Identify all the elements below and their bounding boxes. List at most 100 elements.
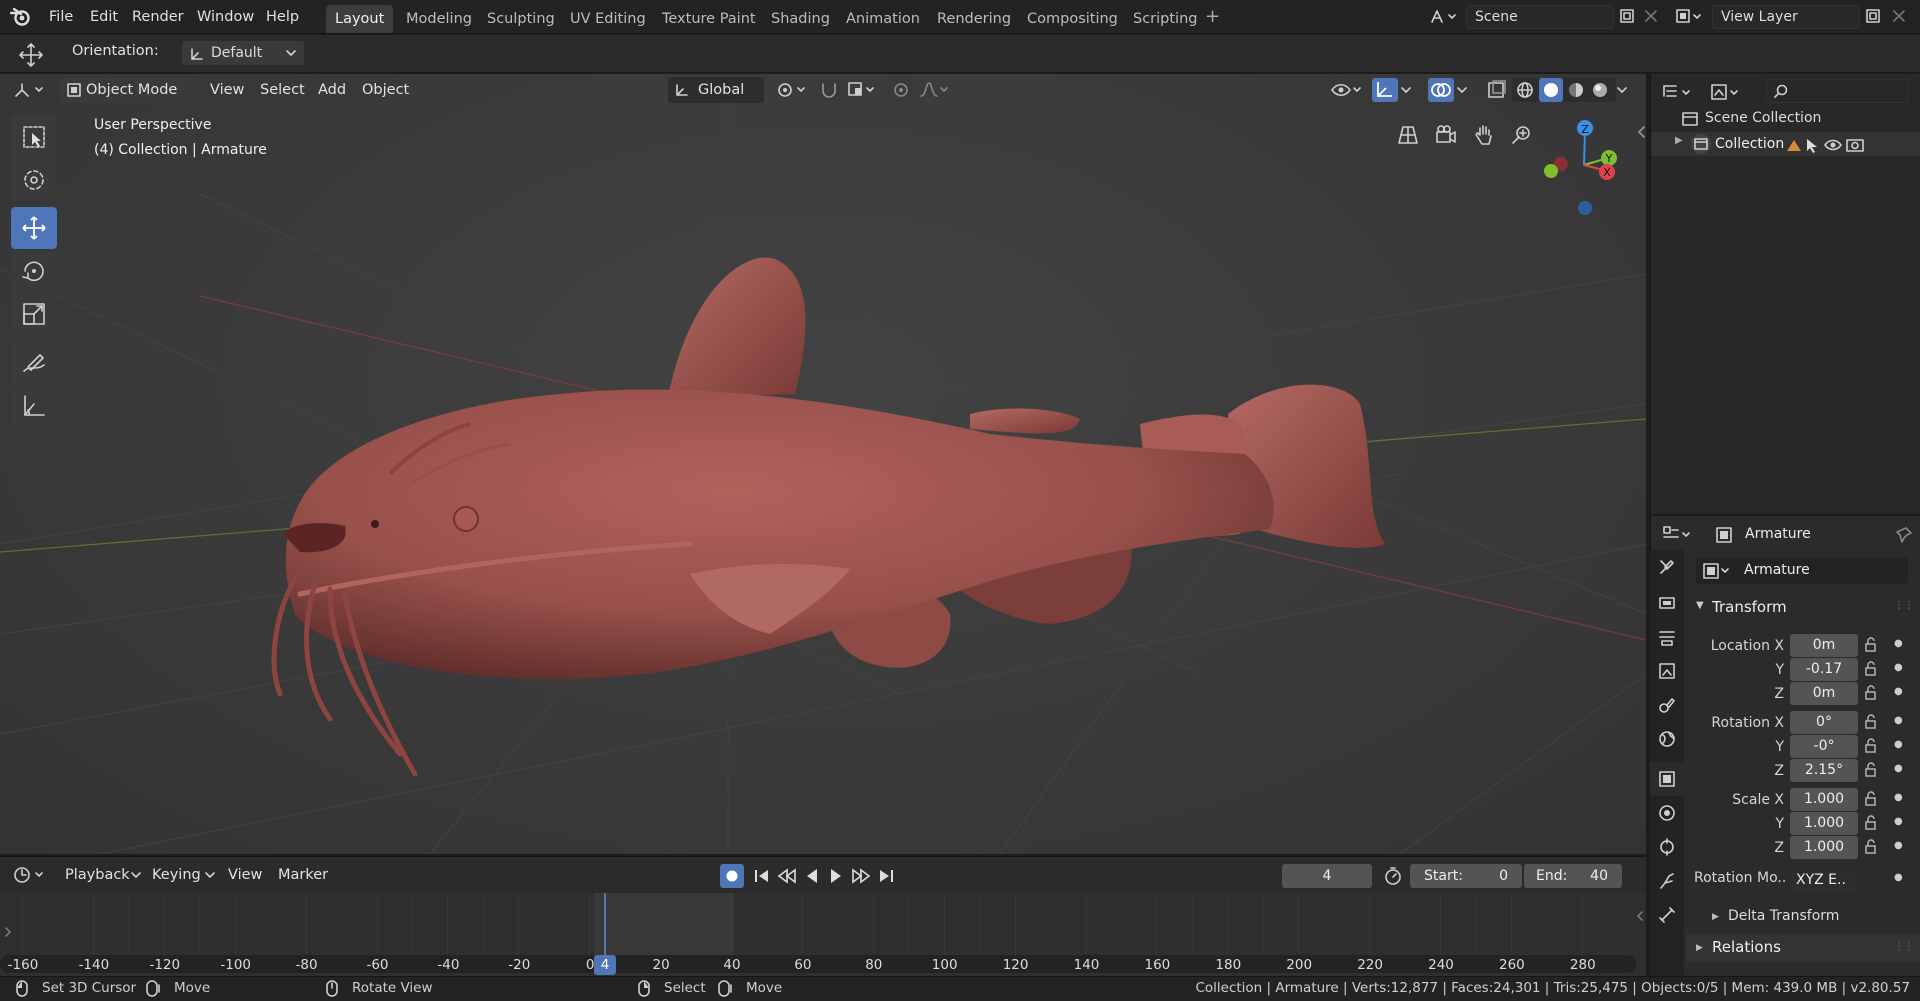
catfish-model[interactable] — [271, 257, 1385, 777]
annotate-tool[interactable] — [11, 342, 57, 384]
keyframe-dot-icon[interactable]: ● — [1894, 739, 1903, 750]
editor-type-icon[interactable] — [12, 78, 48, 102]
view-layer-selector-icon[interactable] — [1674, 6, 1704, 28]
toggle-camera-view-icon[interactable] — [1391, 118, 1425, 152]
tab-compositing[interactable]: Compositing — [1018, 5, 1127, 33]
transform-panel-title[interactable]: Transform — [1712, 598, 1787, 616]
relations-panel-title[interactable]: Relations — [1712, 938, 1781, 956]
lock-icon[interactable] — [1864, 637, 1882, 653]
pan-hand-icon[interactable] — [1467, 118, 1501, 152]
lock-icon[interactable] — [1864, 685, 1882, 701]
delete-view-layer-icon[interactable] — [1890, 7, 1908, 25]
rotation-x-field[interactable]: 0° — [1790, 711, 1858, 734]
wireframe-shading-icon[interactable] — [1515, 80, 1535, 100]
rotate-tool[interactable] — [11, 250, 57, 292]
lock-icon[interactable] — [1864, 738, 1882, 754]
transform-collapse-icon[interactable]: ▼ — [1696, 600, 1704, 611]
new-view-layer-icon[interactable] — [1864, 7, 1882, 25]
playhead-line[interactable] — [604, 893, 606, 957]
properties-editor-type-icon[interactable] — [1661, 524, 1697, 546]
gizmo-toggle-icon[interactable] — [1372, 78, 1398, 102]
visibility-icon[interactable] — [1330, 79, 1364, 101]
constraints-tab-icon[interactable] — [1650, 830, 1684, 864]
relations-expand-icon[interactable]: ▶ — [1696, 943, 1703, 953]
add-workspace-icon[interactable]: + — [1205, 6, 1220, 27]
snap-target-icon[interactable] — [846, 79, 880, 101]
object-datablock-icon[interactable] — [1702, 562, 1734, 580]
blender-logo-icon[interactable] — [10, 7, 32, 27]
shading-options-icon[interactable] — [1616, 80, 1630, 100]
menu-render[interactable]: Render — [132, 0, 184, 34]
current-frame-field[interactable]: 4 — [1282, 864, 1372, 888]
select-box-tool[interactable] — [11, 116, 57, 158]
tab-layout[interactable]: Layout — [326, 5, 394, 33]
lock-icon[interactable] — [1864, 815, 1882, 831]
jump-keyframe-forward-icon[interactable] — [850, 866, 872, 886]
scene-field[interactable]: Scene — [1466, 5, 1614, 29]
object-name-field[interactable]: Armature — [1696, 558, 1908, 584]
object-mode-dropdown[interactable]: Object Mode — [60, 77, 194, 103]
tab-shading[interactable]: Shading — [762, 5, 839, 33]
pin-icon[interactable] — [1895, 526, 1913, 544]
proportional-edit-icon[interactable] — [888, 78, 914, 102]
menu-help[interactable]: Help — [266, 0, 299, 34]
keyframe-dot-icon[interactable]: ● — [1894, 792, 1903, 803]
jump-keyframe-back-icon[interactable] — [776, 866, 798, 886]
material-shading-icon[interactable] — [1566, 80, 1586, 100]
snap-toggle-icon[interactable] — [816, 78, 842, 102]
scene-selector-icon[interactable] — [1428, 6, 1458, 28]
timeline-left-arrow-icon[interactable] — [4, 925, 12, 939]
scale-z-field[interactable]: 1.000 — [1790, 836, 1858, 859]
jump-end-icon[interactable] — [876, 866, 896, 886]
keyframe-dot-icon[interactable]: ● — [1894, 686, 1903, 697]
rotation-mode-keyframe-dot-icon[interactable]: ● — [1894, 872, 1903, 883]
play-reverse-icon[interactable] — [802, 866, 822, 886]
menu-timeline-view[interactable]: View — [228, 863, 262, 887]
selectable-arrow-icon[interactable] — [1803, 136, 1821, 154]
view-layer-field[interactable]: View Layer — [1712, 5, 1860, 29]
location-x-field[interactable]: 0m — [1790, 634, 1858, 657]
menu-add[interactable]: Add — [318, 77, 346, 103]
outliner-editor-type-icon[interactable] — [1661, 82, 1697, 104]
play-icon[interactable] — [826, 866, 846, 886]
scene-tab-icon[interactable] — [1650, 688, 1684, 722]
collapse-sidebar-icon[interactable] — [1636, 124, 1646, 140]
cursor-tool[interactable] — [11, 159, 57, 201]
move-tool[interactable] — [11, 207, 57, 249]
pivot-point-icon[interactable] — [776, 80, 810, 100]
menu-object[interactable]: Object — [362, 77, 409, 103]
stopwatch-icon[interactable] — [1382, 865, 1404, 887]
drag-handle-icon[interactable]: ⋮⋮ — [1894, 600, 1914, 611]
expand-arrow-icon[interactable]: ▶ — [1675, 135, 1683, 146]
rotation-mode-dropdown[interactable]: XYZ E.. — [1790, 869, 1858, 892]
menu-view[interactable]: View — [210, 77, 244, 103]
armature-data-tab-icon[interactable] — [1650, 864, 1684, 898]
tool-tab-icon[interactable] — [1650, 550, 1684, 584]
3d-viewport[interactable] — [0, 74, 1646, 854]
zoom-icon[interactable] — [1505, 118, 1539, 152]
collection-label[interactable]: Collection — [1715, 136, 1784, 152]
delete-scene-icon[interactable] — [1642, 7, 1660, 25]
start-frame-field[interactable]: Start: 0 — [1410, 864, 1522, 888]
falloff-curve-icon[interactable] — [918, 79, 952, 101]
menu-keying[interactable]: Keying — [152, 863, 201, 887]
tab-rendering[interactable]: Rendering — [928, 5, 1020, 33]
view-layer-tab-icon[interactable] — [1650, 654, 1684, 688]
menu-file[interactable]: File — [49, 0, 73, 34]
rotation-z-field[interactable]: 2.15° — [1790, 759, 1858, 782]
outliner-search-input[interactable] — [1766, 79, 1908, 103]
xray-toggle-icon[interactable] — [1484, 78, 1510, 102]
menu-playback[interactable]: Playback — [65, 863, 130, 887]
gizmo-dropdown-icon[interactable] — [1400, 80, 1414, 100]
scale-y-field[interactable]: 1.000 — [1790, 812, 1858, 835]
location-z-field[interactable]: 0m — [1790, 682, 1858, 705]
keyframe-dot-icon[interactable]: ● — [1894, 715, 1903, 726]
lock-icon[interactable] — [1864, 762, 1882, 778]
auto-keying-record-icon[interactable] — [720, 864, 744, 888]
lock-icon[interactable] — [1864, 791, 1882, 807]
rotation-y-field[interactable]: -0° — [1790, 735, 1858, 758]
measure-tool[interactable] — [11, 385, 57, 427]
location-y-field[interactable]: -0.17 — [1790, 658, 1858, 681]
world-tab-icon[interactable] — [1650, 722, 1684, 756]
timeline-editor-type-icon[interactable] — [12, 863, 48, 887]
